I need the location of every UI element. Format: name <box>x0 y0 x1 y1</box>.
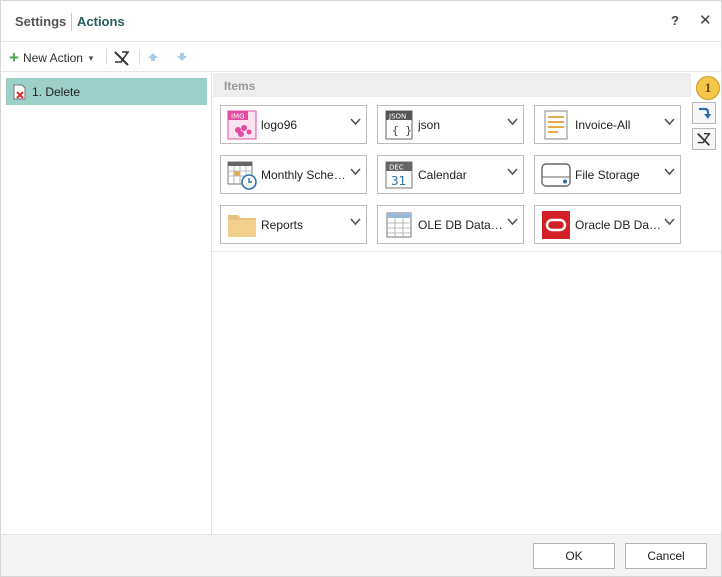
move-down-icon[interactable] <box>176 51 188 65</box>
chevron-down-icon[interactable] <box>350 218 361 226</box>
ok-button[interactable]: OK <box>533 543 615 569</box>
action-item-label: 1. Delete <box>32 84 81 99</box>
new-action-button[interactable]: + New Action ▼ <box>9 49 95 67</box>
calendar-icon: DEC 31 <box>385 161 413 188</box>
items-title: Items <box>224 79 256 93</box>
delete-document-icon <box>13 84 27 100</box>
move-up-icon[interactable] <box>147 51 159 65</box>
item-tile-file-storage[interactable]: File Storage <box>534 155 681 194</box>
item-tile-oracle-db[interactable]: Oracle DB Data Source <box>534 205 681 244</box>
item-tile-label: Oracle DB Data Source <box>575 217 663 232</box>
chevron-down-icon[interactable] <box>507 168 518 176</box>
svg-text:DEC: DEC <box>389 163 404 171</box>
oracle-icon <box>542 210 570 239</box>
caret-down-icon: ▼ <box>86 53 95 63</box>
item-tile-label: Reports <box>261 217 304 232</box>
cancel-button[interactable]: Cancel <box>625 543 707 569</box>
item-tile-label: Monthly Schedule <box>261 167 349 182</box>
item-tile-label: json <box>418 117 441 132</box>
item-tile-label: Calendar <box>418 167 467 182</box>
ole-db-icon <box>386 212 412 237</box>
toolbar: + New Action ▼ <box>1 42 721 72</box>
chevron-down-icon[interactable] <box>664 118 675 126</box>
chevron-down-icon[interactable] <box>664 168 675 176</box>
item-tile-logo96[interactable]: IMG logo96 <box>220 105 367 144</box>
new-action-label: New Action <box>22 51 83 65</box>
close-icon[interactable]: ✕ <box>699 11 712 29</box>
toolbar-divider <box>106 49 107 65</box>
item-tile-label: OLE DB Data Source <box>418 217 506 232</box>
item-tile-json[interactable]: JSON { } json <box>377 105 524 144</box>
actions-dialog: Settings Actions ? ✕ + New Action ▼ 1. D… <box>0 0 722 577</box>
chevron-down-icon[interactable] <box>507 118 518 126</box>
chevron-down-icon[interactable] <box>350 168 361 176</box>
help-icon[interactable]: ? <box>671 13 679 28</box>
json-icon: JSON { } <box>385 110 413 139</box>
dialog-footer: OK Cancel <box>1 534 721 576</box>
item-tile-monthly-schedule[interactable]: Monthly Schedule <box>220 155 367 194</box>
items-header: Items <box>213 73 691 97</box>
item-tile-ole-db[interactable]: OLE DB Data Source <box>377 205 524 244</box>
svg-text:IMG: IMG <box>231 112 245 120</box>
item-tile-invoice-all[interactable]: Invoice-All <box>534 105 681 144</box>
item-tile-label: logo96 <box>261 117 298 132</box>
title-bar: Settings Actions ? ✕ <box>1 1 721 42</box>
item-tile-calendar[interactable]: DEC 31 Calendar <box>377 155 524 194</box>
breadcrumb-settings[interactable]: Settings <box>15 14 66 29</box>
chevron-down-icon[interactable] <box>507 218 518 226</box>
item-tile-label: Invoice-All <box>575 117 631 132</box>
chevron-down-icon[interactable] <box>350 118 361 126</box>
toolbar-divider <box>139 49 140 65</box>
breadcrumb-divider <box>71 13 72 31</box>
actions-list: 1. Delete <box>1 73 212 534</box>
item-tile-label: File Storage <box>575 167 640 182</box>
folder-icon <box>228 214 256 237</box>
svg-text:31: 31 <box>391 174 406 188</box>
svg-text:{ }: { } <box>392 124 412 137</box>
schedule-icon <box>227 161 257 190</box>
remove-icon[interactable] <box>113 49 131 67</box>
items-grid: IMG logo96 JSON { } json Invoice-All Mon… <box>213 97 721 252</box>
breadcrumb-actions: Actions <box>77 14 125 29</box>
storage-icon <box>541 162 571 187</box>
svg-text:JSON: JSON <box>388 112 406 120</box>
chevron-down-icon[interactable] <box>664 218 675 226</box>
action-item-delete[interactable]: 1. Delete <box>6 78 207 105</box>
report-icon <box>544 110 568 139</box>
item-tile-reports[interactable]: Reports <box>220 205 367 244</box>
image-icon: IMG <box>227 110 257 139</box>
plus-icon: + <box>9 48 19 67</box>
